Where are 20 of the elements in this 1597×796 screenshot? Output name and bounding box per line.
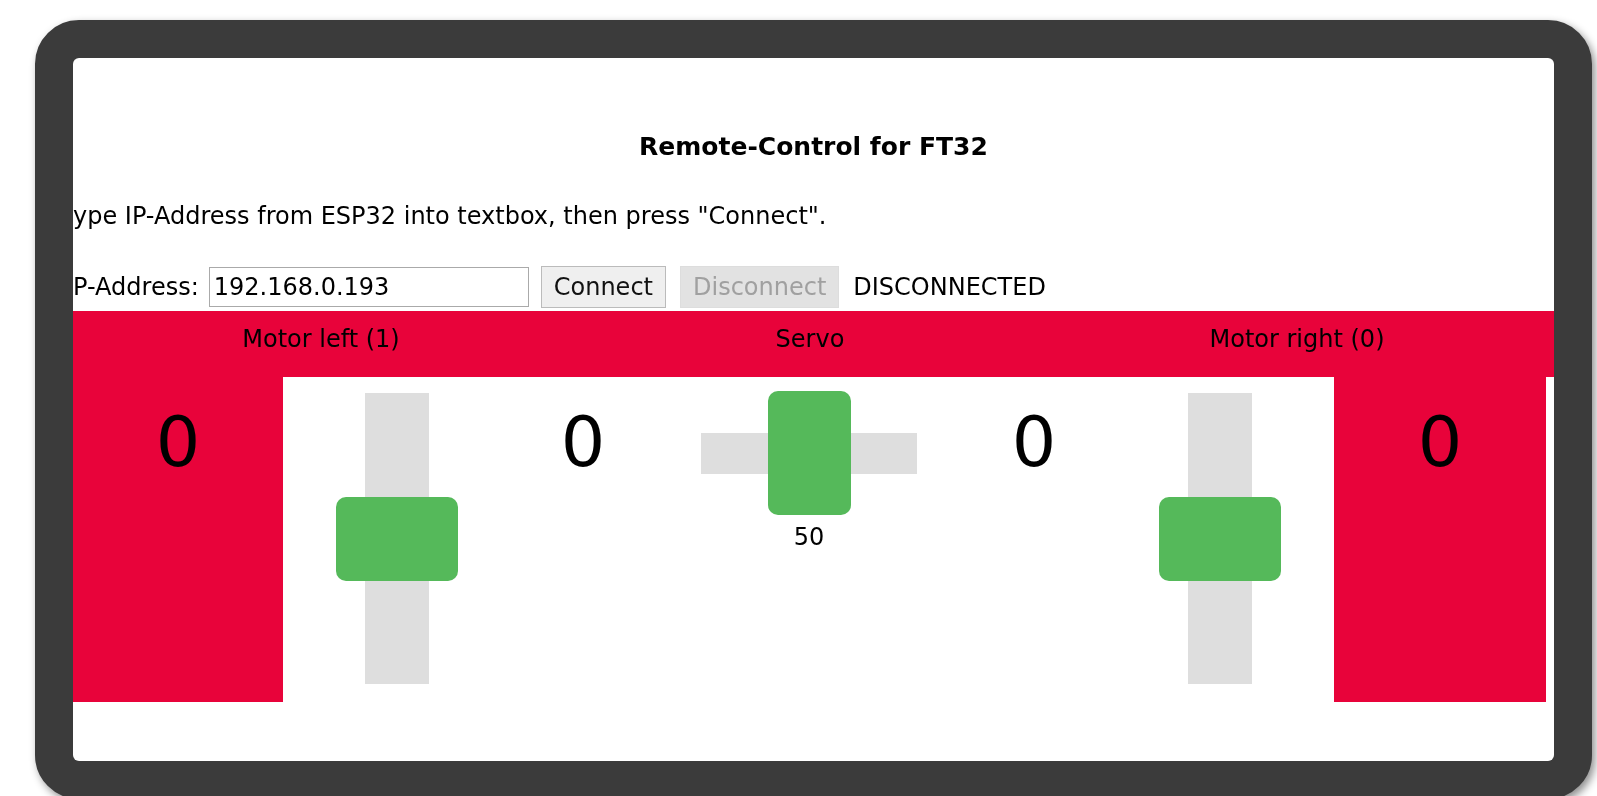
value-readout: 0 (155, 407, 201, 479)
ip-address-field[interactable]: 192.168.0.193 (208, 266, 529, 307)
value-readout: 0 (1011, 407, 1057, 479)
horizontal-slider[interactable] (701, 391, 917, 515)
connection-status: DISCONNECTED (853, 272, 1046, 301)
control-label: Motor left (1) (242, 325, 400, 353)
slider-thumb[interactable] (335, 496, 458, 581)
vertical-slider[interactable] (335, 393, 458, 684)
slider-thumb[interactable] (1159, 496, 1281, 581)
page-title: Remote-Control for FT32 (638, 132, 989, 163)
value-readout: 0 (1417, 407, 1463, 479)
action-button[interactable]: Connect (540, 265, 666, 308)
value-readout: 0 (560, 407, 606, 479)
slider-thumb[interactable] (767, 391, 851, 515)
slider-reading: 50 (793, 523, 825, 551)
vertical-slider[interactable] (1159, 393, 1281, 684)
ip-address-label: P-Address: (73, 272, 199, 301)
control-label: Motor right (0) (1209, 325, 1385, 353)
instruction-text: ype IP-Address from ESP32 into textbox, then press "Connect". (73, 202, 828, 232)
control-label: Servo (775, 325, 845, 353)
